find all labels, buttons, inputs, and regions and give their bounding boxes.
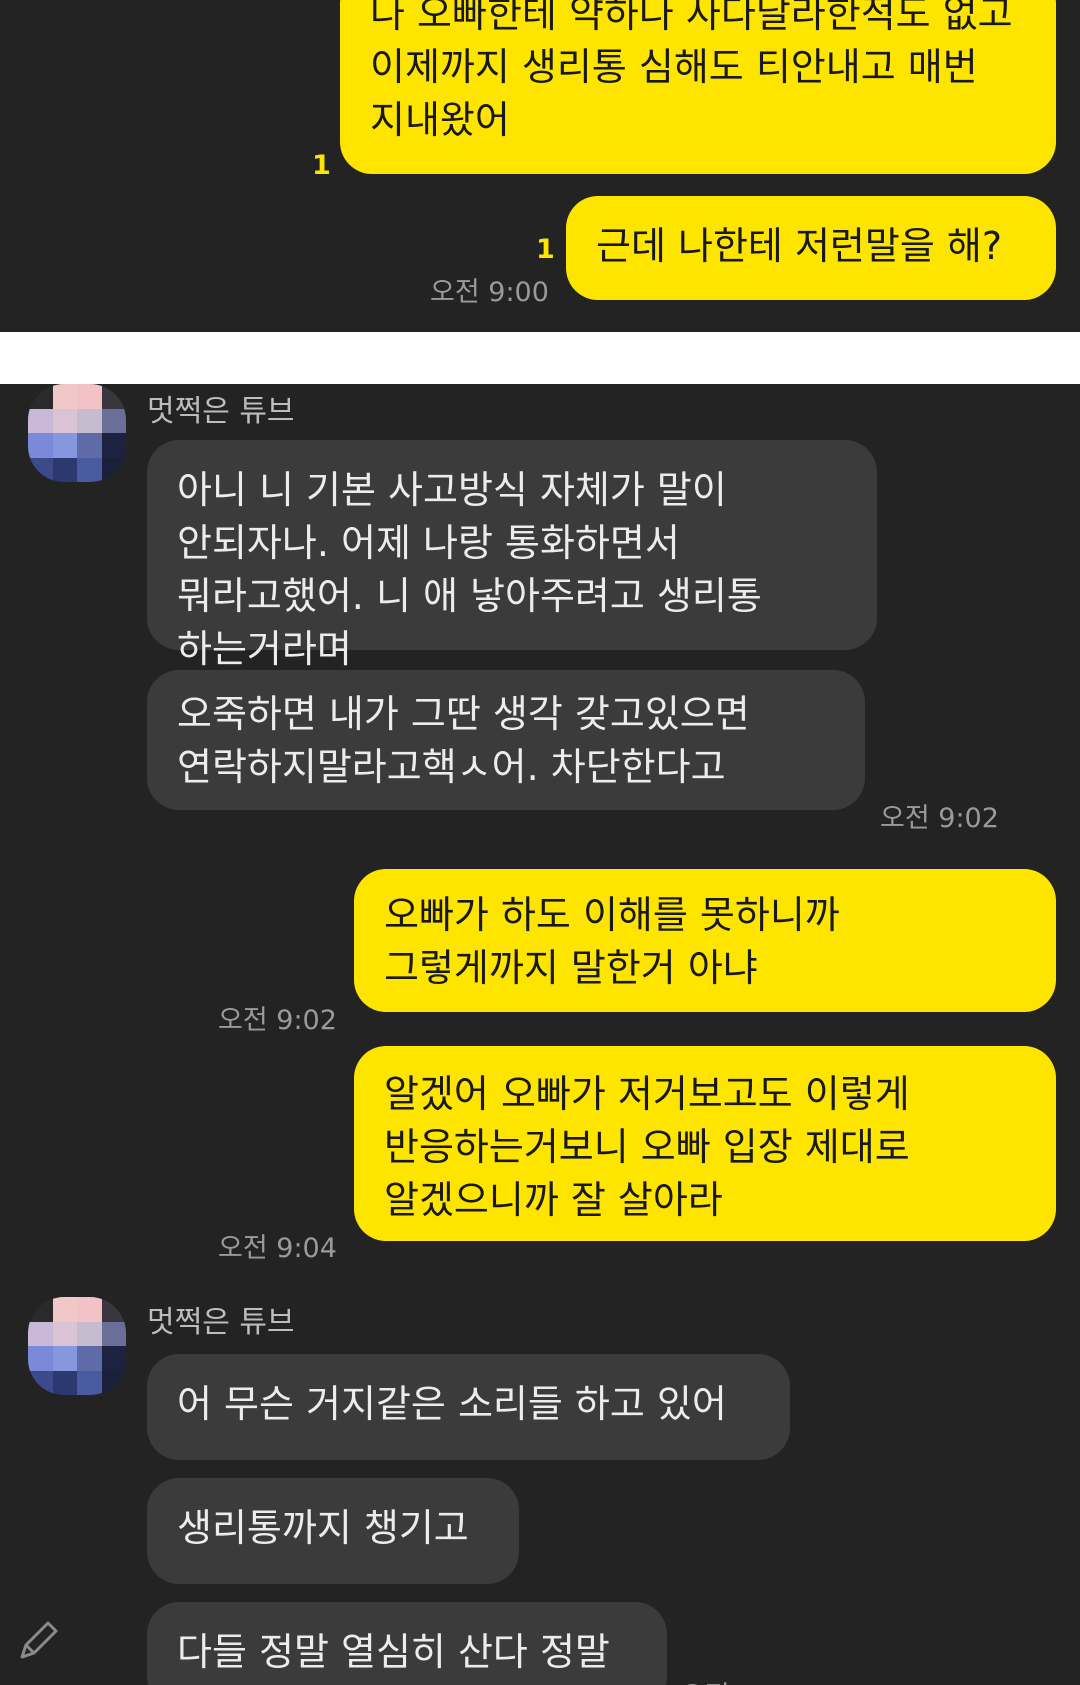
message-time: 오전 9:02 <box>880 803 999 834</box>
message-time: 오전 9:02 <box>218 1005 337 1036</box>
unread-count: 1 <box>536 234 555 265</box>
message-bubble-mine[interactable]: 나 오빠한테 약하나 사다달라한적도 없고 이제까지 생리통 심해도 티안내고 … <box>340 0 1056 174</box>
sender-name: 멋쩍은 튜브 <box>147 1305 295 1340</box>
avatar[interactable] <box>28 384 126 482</box>
screenshot-divider <box>0 332 1080 384</box>
chat-screen-bottom: 멋쩍은 튜브 아니 니 기본 사고방식 자체가 말이 안되자나. 어제 나랑 통… <box>0 384 1080 1685</box>
message-bubble-mine[interactable]: 근데 나한테 저런말을 해? <box>566 196 1056 300</box>
message-bubble-theirs[interactable]: 오죽하면 내가 그딴 생각 갖고있으면 연락하지말라고핵ㅅ어. 차단한다고 <box>147 670 865 810</box>
sender-name: 멋쩍은 튜브 <box>147 394 295 429</box>
message-bubble-theirs[interactable]: 아니 니 기본 사고방식 자체가 말이 안되자나. 어제 나랑 통화하면서 뭐라… <box>147 440 877 671</box>
unread-count: 1 <box>312 150 331 181</box>
message-bubble-theirs[interactable]: 어 무슨 거지같은 소리들 하고 있어 <box>147 1354 790 1460</box>
message-bubble-theirs[interactable]: 다들 정말 열심히 산다 정말 <box>147 1602 667 1685</box>
message-time: 오전 9:06 <box>680 1674 799 1685</box>
message-bubble-mine[interactable]: 오빠가 하도 이해를 못하니까 그렇게까지 말한거 아냐 <box>354 869 1056 1012</box>
message-time: 오전 9:04 <box>218 1233 337 1264</box>
message-bubble-mine[interactable]: 알겠어 오빠가 저거보고도 이렇게 반응하는거보니 오빠 입장 제대로 알겠으니… <box>354 1046 1056 1241</box>
pencil-icon[interactable] <box>14 1615 64 1665</box>
avatar[interactable] <box>28 1297 126 1395</box>
message-bubble-theirs[interactable]: 생리통까지 챙기고 <box>147 1478 519 1584</box>
chat-screen-top: 나 오빠한테 약하나 사다달라한적도 없고 이제까지 생리통 심해도 티안내고 … <box>0 0 1080 332</box>
message-time: 오전 9:00 <box>430 277 549 308</box>
